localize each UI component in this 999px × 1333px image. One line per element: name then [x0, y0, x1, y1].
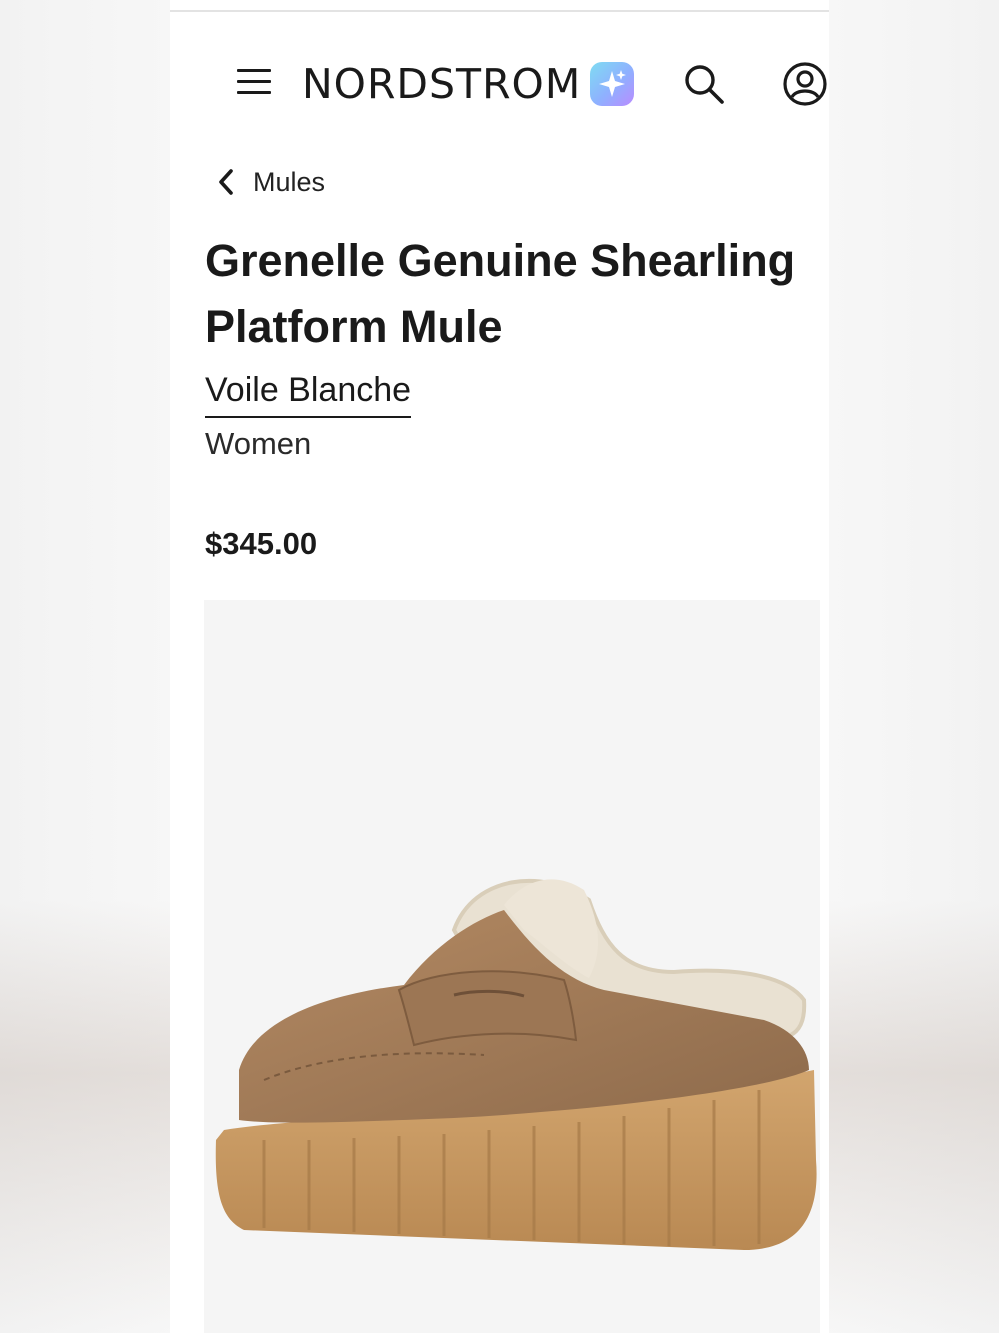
- product-image[interactable]: [204, 600, 820, 1333]
- product-gender: Women: [205, 426, 312, 461]
- product-title: Grenelle Genuine Shearling Platform Mule: [205, 235, 796, 352]
- backdrop-shadow-right: [829, 900, 999, 1333]
- site-header: NORDSTROM: [170, 50, 829, 120]
- product-price: $345.00: [205, 526, 318, 561]
- account-icon[interactable]: [782, 61, 828, 107]
- breadcrumb-back-link[interactable]: Mules: [215, 160, 325, 204]
- search-icon[interactable]: [682, 62, 726, 106]
- brand-link[interactable]: Voile Blanche: [205, 368, 412, 418]
- chevron-left-icon: [219, 169, 233, 195]
- backdrop-shadow-left: [0, 900, 170, 1333]
- hamburger-menu-icon[interactable]: [235, 66, 273, 98]
- breadcrumb-label: Mules: [253, 166, 326, 197]
- shearling-mule-illustration: [215, 879, 817, 1250]
- nordstrom-logo[interactable]: NORDSTROM: [302, 58, 581, 110]
- top-divider: [170, 10, 829, 12]
- sparkle-assistant-icon[interactable]: [590, 62, 634, 106]
- mobile-page: NORDSTROM Mules Grenelle Genuine Shearli…: [170, 0, 829, 1333]
